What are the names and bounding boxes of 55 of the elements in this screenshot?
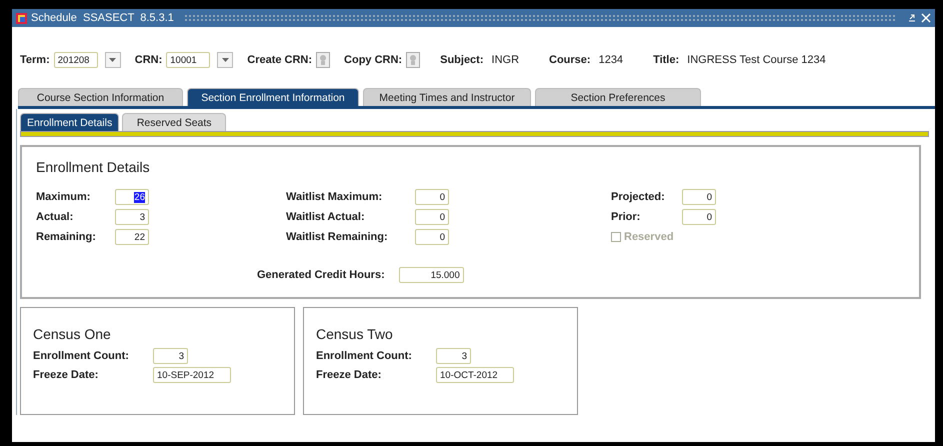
field-label: Waitlist Actual: <box>286 211 366 223</box>
field-label: Copy CRN: <box>344 54 402 66</box>
field-label: Waitlist Maximum: <box>286 191 384 203</box>
field-label: CRN: <box>134 54 162 66</box>
close-icon[interactable] <box>921 13 931 23</box>
input-field[interactable]: 26 <box>115 189 149 205</box>
input-field[interactable]: 0 <box>415 189 449 205</box>
dropdown-button[interactable] <box>217 52 234 68</box>
app-icon <box>16 12 27 24</box>
tab[interactable]: Section Preferences <box>535 88 701 106</box>
field-label: Prior: <box>611 211 642 223</box>
caret-icon <box>109 58 116 62</box>
input-field[interactable]: 22 <box>115 229 149 245</box>
input-field[interactable]: 3 <box>436 348 471 364</box>
field-value: INGR <box>492 54 520 66</box>
tab[interactable]: Meeting Times and Instructor <box>363 88 531 106</box>
field-label: Freeze Date: <box>316 369 382 381</box>
field-label: Waitlist Remaining: <box>286 231 389 243</box>
tab[interactable]: Enrollment Details <box>20 113 120 131</box>
minimize-icon[interactable] <box>907 13 917 23</box>
input-field[interactable]: 10-OCT-2012 <box>436 367 514 383</box>
tab[interactable]: Course Section Information <box>18 88 183 106</box>
field-label: Enrollment Count: <box>316 350 413 362</box>
input-field[interactable]: 0 <box>682 189 716 205</box>
input-field[interactable]: 10-SEP-2012 <box>153 367 231 383</box>
tab[interactable]: Reserved Seats <box>122 113 226 131</box>
section-title: Enrollment Details <box>36 159 151 175</box>
input-field[interactable]: 0 <box>415 229 449 245</box>
field-value: 1234 <box>598 54 624 66</box>
field-label: Subject: <box>440 54 484 66</box>
field-label: Enrollment Count: <box>33 350 130 362</box>
dropdown-button[interactable] <box>104 52 121 68</box>
field-label: Actual: <box>36 211 74 223</box>
input-field[interactable]: 3 <box>115 209 149 225</box>
field-label: Freeze Date: <box>33 369 100 381</box>
field-label: Title: <box>653 54 680 66</box>
field-label: Remaining: <box>36 231 97 243</box>
input-field[interactable]: 201208 <box>54 52 98 68</box>
input-field[interactable]: 3 <box>153 348 188 364</box>
field-label: Maximum: <box>36 191 92 203</box>
field-label: Term: <box>20 54 50 66</box>
field-label: Projected: <box>611 191 666 203</box>
field-label: Create CRN: <box>247 54 312 66</box>
input-field[interactable]: 0 <box>682 209 716 225</box>
field-value: INGRESS Test Course 1234 <box>687 54 826 66</box>
field-label: Course: <box>549 54 591 66</box>
input-field[interactable]: 15.000 <box>398 267 464 283</box>
window-title: Schedule SSASECT 8.5.3.1 <box>31 12 174 24</box>
caret-icon <box>222 58 229 62</box>
section-title: Census Two <box>316 326 394 342</box>
tab[interactable]: Section Enrollment Information <box>187 88 359 106</box>
field-label: Generated Credit Hours: <box>257 269 385 281</box>
section-title: Census One <box>33 326 112 342</box>
input-field[interactable]: 10001 <box>166 52 210 68</box>
input-field[interactable]: 0 <box>415 209 449 225</box>
